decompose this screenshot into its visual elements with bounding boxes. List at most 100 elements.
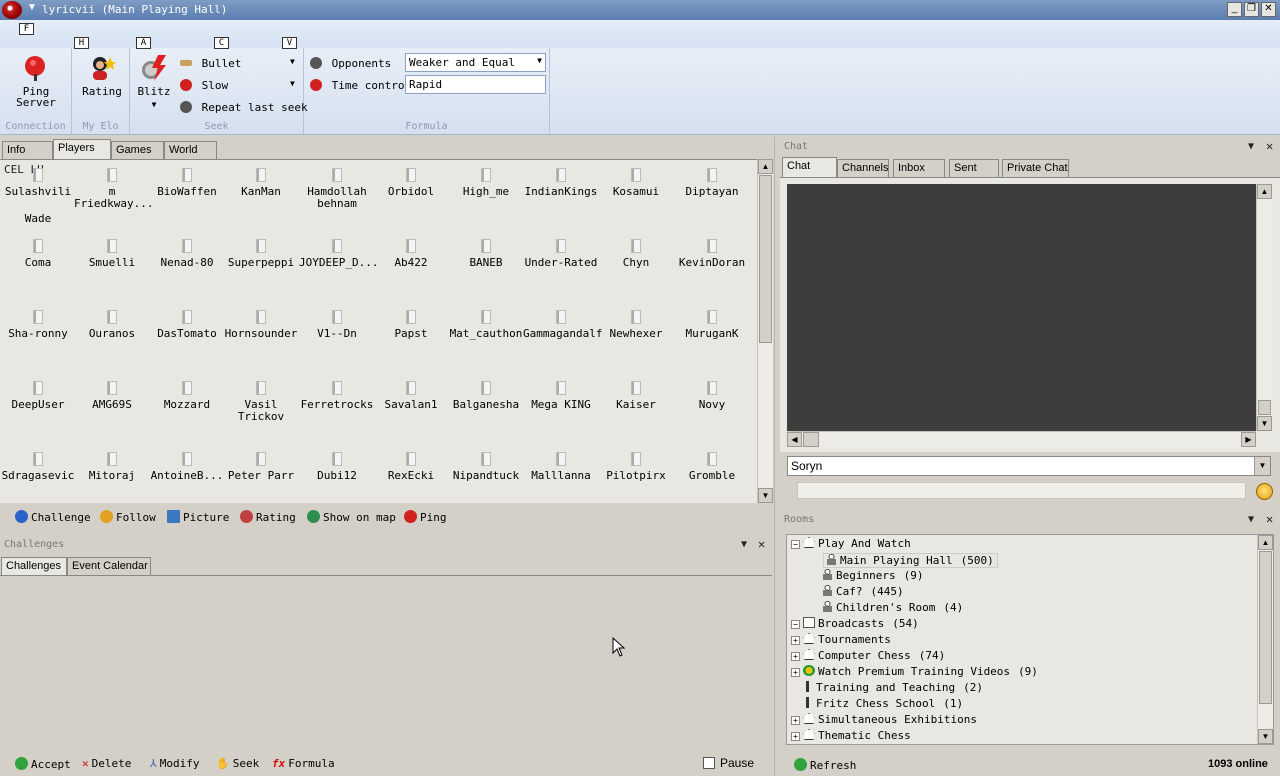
- opponents-dropdown-arrow-icon[interactable]: ▼: [537, 56, 542, 65]
- app-menu-arrow-icon[interactable]: ▼: [27, 2, 37, 13]
- player-entry[interactable]: AMG69S: [74, 381, 150, 411]
- player-entry[interactable]: BANEB: [448, 239, 524, 269]
- chat-panel-menu-icon[interactable]: ▼: [1248, 141, 1254, 152]
- slow-button[interactable]: Slow: [180, 79, 228, 92]
- player-entry[interactable]: Dubi12: [299, 452, 375, 482]
- tab-channels[interactable]: Channels: [837, 159, 889, 177]
- tab-world[interactable]: World: [164, 141, 217, 159]
- player-entry[interactable]: Hornsounder: [223, 310, 299, 340]
- player-entry[interactable]: DasTomato: [149, 310, 225, 340]
- rooms-scroll-up-icon[interactable]: ▲: [1258, 535, 1273, 550]
- challenges-panel-close-icon[interactable]: ✕: [758, 537, 765, 551]
- players-scroll-thumb[interactable]: [759, 175, 772, 343]
- room-item[interactable]: Training and Teaching (2): [791, 681, 983, 694]
- room-item[interactable]: + Watch Premium Training Videos (9): [791, 665, 1038, 678]
- challenges-panel-menu-icon[interactable]: ▼: [741, 539, 747, 550]
- player-entry[interactable]: Malllanna: [523, 452, 599, 482]
- emoticon-smiley-icon[interactable]: [1256, 483, 1273, 500]
- player-entry[interactable]: m Friedkway...: [74, 168, 153, 210]
- tab-challenges[interactable]: Challenges: [1, 557, 67, 575]
- delete-button[interactable]: ✕ Delete: [82, 757, 131, 770]
- room-item-selected[interactable]: Main Playing Hall (500): [823, 553, 998, 568]
- player-entry[interactable]: KevinDoran: [674, 239, 750, 269]
- player-entry[interactable]: Kaiser: [598, 381, 674, 411]
- room-item[interactable]: + Simultaneous Exhibitions: [791, 713, 977, 726]
- player-entry[interactable]: Nipandtuck: [448, 452, 524, 482]
- chat-panel-close-icon[interactable]: ✕: [1266, 139, 1273, 153]
- player-entry[interactable]: AntoineB...: [149, 452, 225, 482]
- player-entry[interactable]: DeepUser: [0, 381, 76, 411]
- player-entry[interactable]: Peter Parr: [223, 452, 299, 482]
- rating-button[interactable]: Rating: [78, 54, 126, 97]
- player-entry[interactable]: V1--Dn: [299, 310, 375, 340]
- player-entry[interactable]: Papst: [373, 310, 449, 340]
- player-entry[interactable]: Mega KING: [523, 381, 599, 411]
- room-expander-icon[interactable]: −: [791, 620, 800, 629]
- ping-server-button[interactable]: Ping Server: [4, 54, 68, 108]
- players-scrollbar[interactable]: ▲ ▼: [757, 159, 773, 503]
- chat-recipient-dropdown-icon[interactable]: ▼: [1254, 457, 1270, 475]
- formula-bottom-button[interactable]: fx Formula: [272, 757, 335, 770]
- room-expander-icon[interactable]: +: [791, 716, 800, 725]
- show-on-map-button[interactable]: Show on map: [307, 510, 396, 524]
- rooms-scroll-down-icon[interactable]: ▼: [1258, 729, 1273, 744]
- chat-scroll-right-icon[interactable]: ▶: [1241, 432, 1256, 447]
- player-entry[interactable]: Mitoraj: [74, 452, 150, 482]
- player-entry[interactable]: BioWaffen: [149, 168, 225, 198]
- room-item[interactable]: + Thematic Chess: [791, 729, 911, 742]
- repeat-last-seek-button[interactable]: Repeat last seek: [180, 101, 308, 114]
- chat-recipient-select[interactable]: Soryn ▼: [787, 456, 1271, 476]
- player-entry[interactable]: Savalan1: [373, 381, 449, 411]
- player-entry[interactable]: Smuelli: [74, 239, 150, 269]
- challenge-button[interactable]: Challenge: [15, 510, 91, 524]
- tab-private-chat[interactable]: Private Chat: [1002, 159, 1069, 177]
- tab-inbox[interactable]: Inbox: [893, 159, 945, 177]
- player-entry[interactable]: Chyn: [598, 239, 674, 269]
- accept-button[interactable]: Accept: [15, 757, 71, 771]
- room-item[interactable]: + Computer Chess (74): [791, 649, 945, 662]
- room-expander-icon[interactable]: +: [791, 636, 800, 645]
- pause-checkbox[interactable]: [703, 757, 715, 769]
- seek-bottom-button[interactable]: ✋ Seek: [216, 757, 259, 770]
- ping-button[interactable]: Ping: [404, 510, 447, 524]
- chat-scroll-thumb[interactable]: [1258, 400, 1271, 415]
- chat-messages-area[interactable]: [787, 184, 1256, 431]
- blitz-dropdown-arrow-icon[interactable]: ▼: [134, 99, 174, 110]
- follow-button[interactable]: Follow: [100, 510, 156, 524]
- room-expander-icon[interactable]: +: [791, 652, 800, 661]
- player-entry[interactable]: RexEcki: [373, 452, 449, 482]
- players-scroll-up-icon[interactable]: ▲: [758, 159, 773, 174]
- chat-horizontal-scrollbar[interactable]: ◀ ▶: [787, 431, 1256, 447]
- minimize-button[interactable]: _: [1227, 2, 1242, 17]
- player-entry[interactable]: Sha-ronny: [0, 310, 76, 340]
- player-entry[interactable]: Pilotpirx: [598, 452, 674, 482]
- room-expander-icon[interactable]: −: [791, 540, 800, 549]
- bullet-dropdown-arrow-icon[interactable]: ▼: [290, 57, 295, 66]
- refresh-button[interactable]: Refresh: [794, 758, 856, 772]
- time-control-field[interactable]: Rapid: [405, 75, 546, 94]
- close-window-button[interactable]: ✕: [1261, 2, 1276, 17]
- blitz-button[interactable]: Blitz ▼: [134, 54, 174, 110]
- chat-scroll-down-icon[interactable]: ▼: [1257, 416, 1272, 431]
- chat-hscroll-thumb[interactable]: [803, 432, 819, 447]
- player-entry[interactable]: IndianKings: [523, 168, 599, 198]
- player-entry[interactable]: Mozzard: [149, 381, 225, 411]
- rating-toolbar-button[interactable]: Rating: [240, 510, 296, 524]
- player-entry[interactable]: Ouranos: [74, 310, 150, 340]
- room-item[interactable]: Caf? (445): [823, 585, 904, 598]
- chat-scroll-up-icon[interactable]: ▲: [1257, 184, 1272, 199]
- player-entry[interactable]: JOYDEEP_D...: [299, 239, 378, 269]
- rooms-panel-menu-icon[interactable]: ▼: [1248, 514, 1254, 525]
- chat-vertical-scrollbar[interactable]: ▲ ▼: [1256, 184, 1272, 431]
- player-entry[interactable]: Ab422: [373, 239, 449, 269]
- player-entry[interactable]: Vasil Trickov: [223, 381, 299, 423]
- app-logo-icon[interactable]: [2, 1, 22, 19]
- tab-sent[interactable]: Sent: [949, 159, 999, 177]
- modify-button[interactable]: ⅄ Modify: [150, 757, 199, 770]
- room-item[interactable]: + Tournaments: [791, 633, 891, 646]
- chat-message-input[interactable]: [797, 482, 1246, 499]
- opponents-select[interactable]: Weaker and Equal ▼: [405, 53, 546, 72]
- player-entry[interactable]: Wade: [0, 213, 76, 225]
- player-entry[interactable]: Nenad-80: [149, 239, 225, 269]
- tab-games[interactable]: Games: [111, 141, 164, 159]
